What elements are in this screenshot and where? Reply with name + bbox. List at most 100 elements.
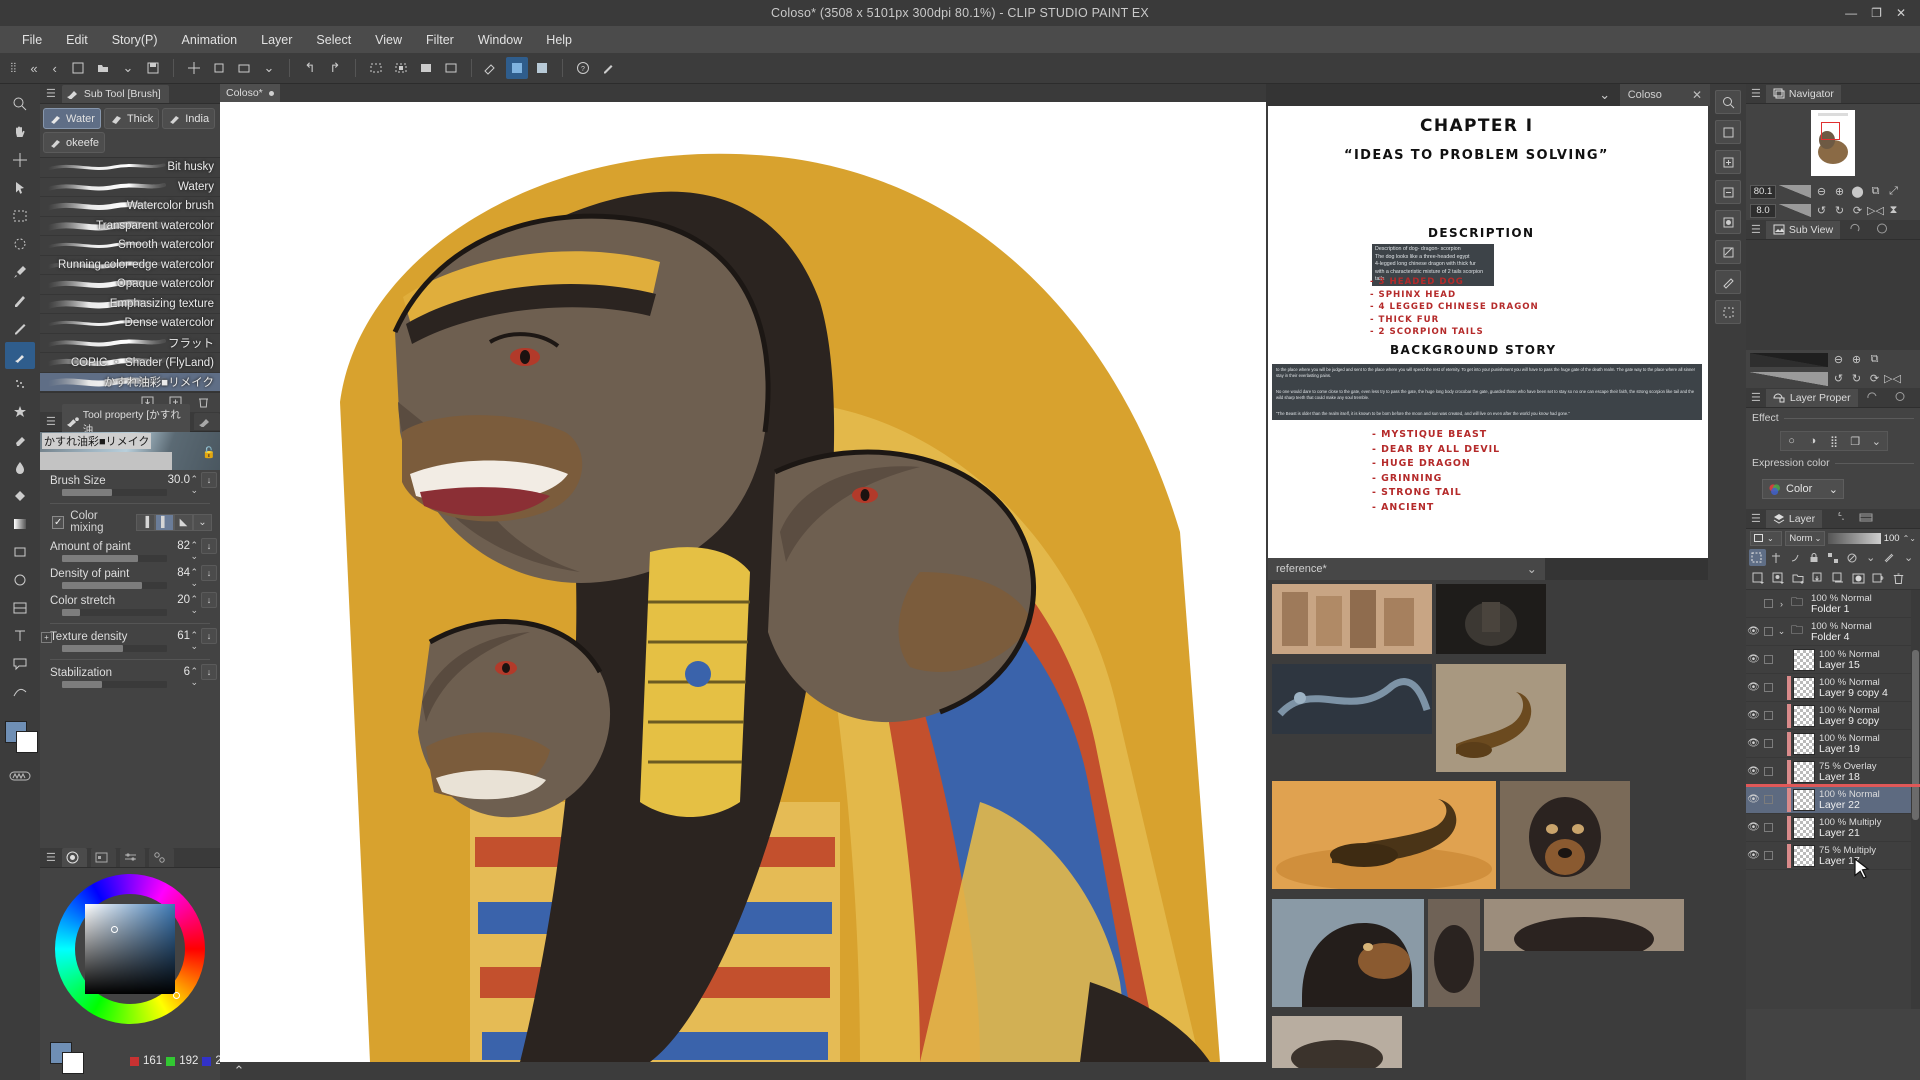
navigator-rotate-slider[interactable] [1779, 204, 1811, 217]
reference-thumb-bottom-left[interactable] [1484, 898, 1684, 951]
sub-view-canvas[interactable] [1746, 240, 1920, 350]
tool-property-spinner-icon[interactable]: ⌃ ⌄ [190, 666, 198, 688]
reset-rotation-icon[interactable]: ⟳ [1850, 203, 1865, 218]
brush-list-item[interactable]: Watercolor brush [40, 197, 220, 217]
mix-mode-2-icon[interactable]: ▌ [155, 513, 174, 531]
reference-tab-dropdown-icon[interactable]: ⌄ [1527, 562, 1537, 576]
canvas-viewport[interactable] [220, 102, 1266, 1062]
tool-decoration[interactable] [5, 398, 35, 425]
opacity-spinner-icon[interactable]: ⌃⌄ [1903, 534, 1916, 543]
sub-tool-chip-okeefe[interactable]: okeefe [43, 132, 106, 153]
menu-layer[interactable]: Layer [249, 29, 304, 51]
tool-property-dropdown-icon[interactable]: ↓ [201, 538, 217, 554]
pen-pressure-icon[interactable] [597, 57, 619, 79]
tool-hand[interactable] [5, 118, 35, 145]
tab-sub-tool[interactable]: Sub Tool [Brush] [61, 84, 169, 103]
fit-to-screen-icon[interactable]: ⬤ [1850, 184, 1865, 199]
panel-menu-icon-7[interactable]: ☰ [1749, 512, 1763, 525]
save-icon[interactable] [142, 57, 164, 79]
tool-pencil[interactable] [5, 314, 35, 341]
tool-property-dropdown-icon[interactable]: ↓ [201, 592, 217, 608]
panel-menu-icon-4[interactable]: ☰ [1749, 87, 1763, 100]
foreground-background-color[interactable] [0, 717, 40, 761]
tool-gradient[interactable] [5, 510, 35, 537]
tool-property-dropdown-icon[interactable]: ↓ [201, 664, 217, 680]
brush-list-item[interactable]: COPIC ・ Shader (FlyLand) [40, 353, 220, 373]
layer-visibility-icon[interactable]: 👁 [1746, 626, 1761, 637]
layer-row[interactable]: 👁 75 % Overlay Layer 18 [1746, 758, 1920, 786]
layer-opacity-slider[interactable] [1828, 532, 1881, 544]
clip-to-layer-below-icon[interactable] [1749, 549, 1766, 566]
mask-chevron-icon[interactable]: ⌄ [1862, 549, 1879, 566]
tool-property-slider[interactable] [62, 582, 167, 589]
rail-ruler-icon[interactable] [1715, 270, 1741, 294]
layer-visibility-icon[interactable]: 👁 [1746, 710, 1761, 721]
panel-menu-icon[interactable]: ☰ [44, 87, 58, 100]
layer-thumbnail[interactable] [1793, 788, 1815, 811]
tool-correct-line[interactable] [5, 678, 35, 705]
layer-visibility-icon[interactable]: 👁 [1746, 766, 1761, 777]
layer-row[interactable]: 👁 100 % Normal Layer 15 [1746, 646, 1920, 674]
reference-thumb-statues[interactable] [1272, 584, 1432, 654]
menu-help[interactable]: Help [534, 29, 584, 51]
panel-menu-icon-2[interactable]: ☰ [44, 415, 58, 428]
brush-list-item[interactable]: Transparent watercolor [40, 217, 220, 236]
sub-tool-chip-thick[interactable]: Thick [103, 108, 160, 129]
mix-mode-1-icon[interactable]: ▐ [136, 513, 155, 531]
sub-view-fit-icon[interactable]: ⧉ [1867, 352, 1882, 367]
tool-text[interactable] [5, 622, 35, 649]
reference-thumb-dark-statue[interactable] [1436, 584, 1546, 654]
layer-reference-checkbox[interactable] [1761, 767, 1776, 776]
brush-list-item[interactable]: Opaque watercolor [40, 275, 220, 295]
brush-list-item[interactable]: Bit husky [40, 158, 220, 178]
navigator-zoom-value[interactable]: 80.1 [1750, 184, 1776, 199]
lock-layer-icon[interactable] [1806, 549, 1823, 566]
redo-icon[interactable]: ↱ [324, 57, 346, 79]
reference-thumb-rottweiler-side[interactable] [1272, 898, 1424, 1007]
tool-property-slider[interactable] [62, 555, 167, 562]
layer-mask-marker[interactable] [1787, 703, 1791, 728]
tab-history[interactable] [1825, 509, 1850, 529]
move-icon[interactable] [183, 57, 205, 79]
tab-onion-skin[interactable] [1888, 388, 1912, 408]
brush-list-item[interactable]: かすれ油彩■リメイク [40, 372, 220, 392]
tool-property-spinner-icon[interactable]: ⌃ ⌄ [190, 594, 198, 616]
sub-view-zoom-in-icon[interactable]: ⊕ [1849, 352, 1864, 367]
layer-row[interactable]: 👁 ⌄ 🗀 100 % Normal Folder 4 [1746, 618, 1920, 646]
expand-texture-density-icon[interactable]: + [41, 632, 52, 643]
rail-delete-layer-icon[interactable] [1715, 180, 1741, 204]
color-mixing-checkbox[interactable]: ✓ [52, 515, 65, 529]
close-icon[interactable]: ✕ [1896, 6, 1906, 20]
layer-visibility-icon[interactable]: 👁 [1746, 738, 1761, 749]
tab-layer[interactable]: Layer [1765, 509, 1823, 528]
layer-row[interactable]: › 🗀 100 % Normal Folder 1 [1746, 590, 1920, 618]
ruler-icon[interactable] [481, 57, 503, 79]
saturation-value-square[interactable] [85, 904, 175, 994]
layer-mask-marker[interactable] [1787, 787, 1791, 812]
layer-row[interactable]: 👁 100 % Normal Layer 9 copy [1746, 702, 1920, 730]
tab-navigator[interactable]: Navigator [1765, 84, 1841, 103]
reference-thumb-scorpion-sand[interactable] [1272, 781, 1496, 890]
brush-list-item[interactable]: フラット [40, 334, 220, 353]
menu-filter[interactable]: Filter [414, 29, 466, 51]
navigator-zoom-slider[interactable] [1779, 185, 1811, 198]
delete-sub-tool-icon[interactable] [192, 392, 214, 414]
layer-reference-checkbox[interactable] [1761, 851, 1776, 860]
tab-color-wheel[interactable] [61, 848, 87, 867]
chevron-down-icon-2[interactable]: ⌄ [1767, 534, 1774, 543]
guide-icon[interactable] [531, 57, 553, 79]
layer-thumbnail[interactable] [1793, 816, 1815, 839]
flip-vertical-icon[interactable]: ⧗ [1886, 203, 1901, 218]
tab-brush-settings[interactable] [194, 413, 220, 430]
rail-merge-icon[interactable] [1715, 240, 1741, 264]
canvas-tab-coloso[interactable]: Coloso* [220, 84, 280, 102]
tab-animation[interactable] [1853, 509, 1879, 529]
tool-property-dropdown-icon[interactable]: ↓ [201, 628, 217, 644]
reference-tab[interactable]: reference* ⌄ [1268, 558, 1545, 580]
new-raster-layer-icon[interactable] [1749, 570, 1767, 587]
reference-layer-icon[interactable] [1768, 549, 1785, 566]
hue-cursor[interactable] [173, 992, 180, 999]
tool-marquee[interactable] [5, 202, 35, 229]
tool-property-value[interactable]: 6 [184, 666, 190, 678]
tool-airbrush[interactable] [5, 370, 35, 397]
